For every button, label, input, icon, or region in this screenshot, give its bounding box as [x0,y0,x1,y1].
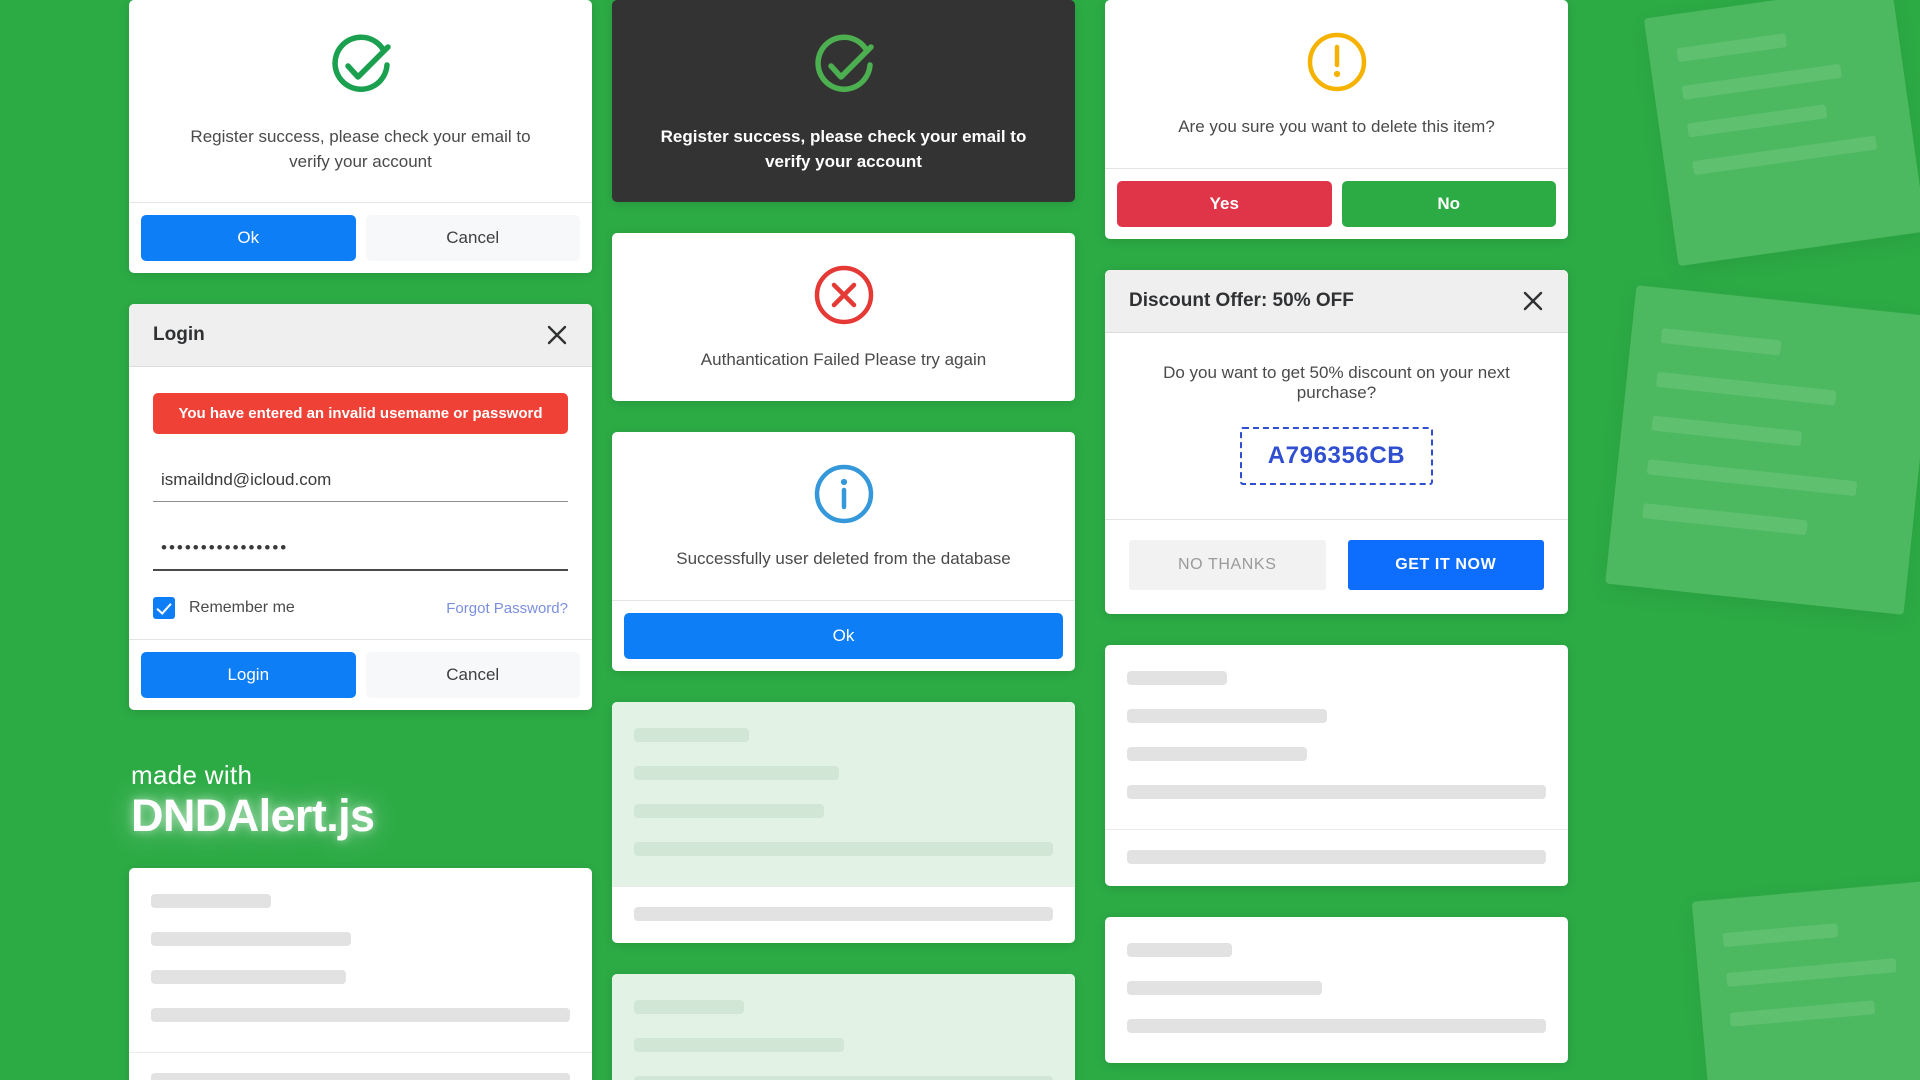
warning-circle-icon [1105,0,1568,93]
coupon-code[interactable]: A796356CB [1239,426,1434,485]
dialog-header: Discount Offer: 50% OFF [1105,269,1568,333]
get-it-now-button[interactable]: GET IT NOW [1347,539,1544,590]
skeleton-body [1105,917,1568,1063]
skeleton-footer [1105,828,1568,886]
dialog-discount: Discount Offer: 50% OFF Do you want to g… [1105,269,1568,614]
skeleton-card [1105,916,1568,1063]
check-circle-icon [129,0,592,103]
brand-block: made with DNDAlert.js [129,741,592,867]
card-register-success-light: Register success, please check your emai… [129,0,592,274]
brand-prefix: made with [131,760,253,791]
ok-button[interactable]: Ok [624,612,1063,659]
forgot-password-link[interactable]: Forgot Password? [446,600,568,617]
card-message: Authantication Failed Please try again [700,350,987,370]
card-message: Successfully user deleted from the datab… [676,548,1011,568]
column-left: Register success, please check your emai… [129,0,592,1080]
card-auth-failed: Authantication Failed Please try again [612,233,1075,401]
card-message: Register success, please check your emai… [660,127,1027,171]
card-register-success-dark: Register success, please check your emai… [612,0,1075,203]
skeleton-body [612,701,1075,886]
dialog-footer: NO THANKS GET IT NOW [1105,518,1568,614]
column-middle: Register success, please check your emai… [612,0,1075,1080]
promo-question: Do you want to get 50% discount on your … [1163,362,1510,402]
card-user-deleted: Successfully user deleted from the datab… [612,431,1075,671]
email-field[interactable] [153,456,568,503]
remember-me-label: Remember me [189,599,295,617]
skeleton-card [612,701,1075,943]
no-button[interactable]: No [1341,180,1556,227]
skeleton-footer [129,1051,592,1080]
card-footer: Ok Cancel [129,202,592,273]
brand-name: DNDAlert.js [131,789,375,841]
remember-me-checkbox[interactable]: Remember me [153,597,295,620]
checkmark-icon [153,597,175,620]
column-right: Are you sure you want to delete this ite… [1105,0,1568,1080]
dialog-body: Do you want to get 50% discount on your … [1105,333,1568,519]
card-footer: Ok [612,599,1075,671]
card-message: Are you sure you want to delete this ite… [1178,117,1495,136]
card-message: Register success, please check your emai… [190,127,531,171]
skeleton-body [129,868,592,1052]
cancel-button[interactable]: Cancel [365,215,580,262]
dialog-body: You have entered an invalid usemame or p… [129,367,592,639]
skeleton-card [612,973,1075,1080]
login-button[interactable]: Login [141,652,356,699]
page-root: Register success, please check your emai… [0,0,1920,1080]
error-circle-icon [612,233,1075,326]
login-error-banner: You have entered an invalid usemame or p… [153,393,568,435]
ok-button[interactable]: Ok [141,215,356,262]
dialog-login: Login You have entered an invalid usemam… [129,304,592,711]
check-circle-icon [612,0,1075,103]
skeleton-body [1105,645,1568,829]
yes-button[interactable]: Yes [1117,180,1332,227]
close-icon[interactable] [546,324,568,346]
dialog-header: Login [129,304,592,368]
cancel-button[interactable]: Cancel [365,652,580,699]
dialog-title: Login [153,324,205,346]
card-footer: Yes No [1105,167,1568,239]
close-icon[interactable] [1522,290,1544,312]
skeleton-card [1105,644,1568,886]
card-delete-confirm: Are you sure you want to delete this ite… [1105,0,1568,239]
dialog-footer: Login Cancel [129,639,592,710]
password-field[interactable] [153,524,568,572]
decor-sheet [1643,0,1920,267]
decor-sheet [1605,285,1920,615]
skeleton-card [129,867,592,1080]
login-options-row: Remember me Forgot Password? [153,597,568,633]
info-circle-icon [612,432,1075,525]
skeleton-footer [612,885,1075,943]
decor-sheet [1691,879,1920,1080]
no-thanks-button[interactable]: NO THANKS [1129,539,1326,590]
skeleton-body [612,973,1075,1080]
dialog-title: Discount Offer: 50% OFF [1129,289,1354,311]
